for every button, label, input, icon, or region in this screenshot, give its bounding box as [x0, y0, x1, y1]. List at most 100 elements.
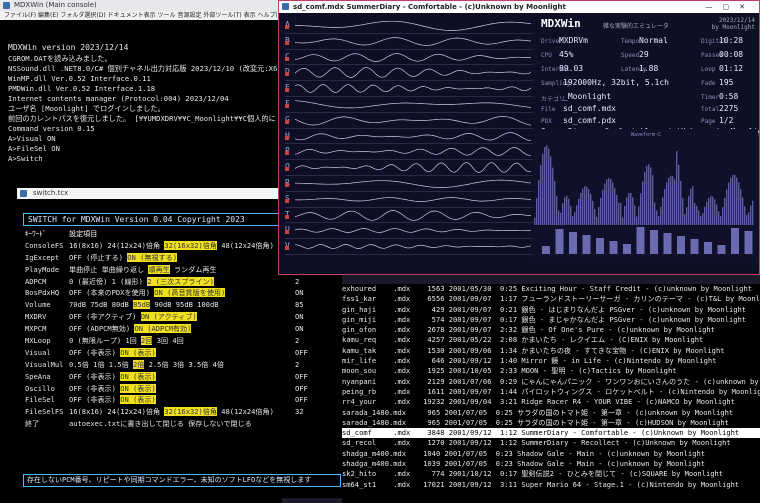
option-text[interactable]: OFF (非表示)	[69, 372, 120, 381]
option-text[interactable]: OFF (非表示)	[69, 348, 120, 357]
setting-options[interactable]: OFF (非アクティブ) ON (アクティブ)	[69, 311, 295, 323]
switch-setting-row[interactable]: Visual OFF (非表示) ON (表示) OFF	[25, 347, 342, 359]
file-list-row[interactable]: gin_miji .mdx 574 2001/09/07 0:17 銀色 - ま…	[342, 315, 760, 325]
setting-options[interactable]: autoexec.txtに書き出して閉じる 保存しないで閉じる	[69, 418, 295, 430]
option-selected[interactable]: 順再生	[148, 264, 170, 274]
mdxwin-menubar[interactable]: ファイル(F) 編集(E) フォルダ選択(D) ドキュメント表示 ツール 音源設…	[0, 11, 282, 20]
file-list-row[interactable]: shadga_m400.mdx 1040 2001/07/05 0:23 Sha…	[342, 449, 760, 459]
channel-mute-indicator[interactable]	[285, 103, 289, 108]
option-text[interactable]: OFF (停止する)	[69, 253, 127, 262]
file-list-row[interactable]: gin_haji .mdx 429 2001/09/07 0:21 銀色 - は…	[342, 305, 760, 315]
option-selected[interactable]: ON (表示)	[120, 395, 156, 405]
option-text[interactable]: OFF (非表示)	[69, 395, 120, 404]
option-text[interactable]: 48(12x24倍角)	[217, 407, 274, 416]
channel-mute-indicator[interactable]	[285, 72, 289, 77]
option-text[interactable]: OFF (非表示)	[69, 384, 120, 393]
option-selected[interactable]: ON (表示)	[120, 347, 156, 357]
switch-setting-row[interactable]: BosPdxHQ OFF (本来のPDXを使用) ON (高音質版を使用) ON	[25, 287, 342, 299]
setting-options[interactable]: OFF (非表示) ON (表示)	[69, 371, 295, 383]
file-list-row[interactable]: sd_recol .mdx 1270 2001/09/12 1:12 Summe…	[342, 438, 760, 448]
file-list-row[interactable]: gin_ofon .mdx 2678 2001/09/07 2:32 銀色 - …	[342, 325, 760, 335]
file-list-row[interactable]: peing_rb .mdx 1611 2001/09/07 1:44 パイロット…	[342, 387, 760, 397]
option-text[interactable]: 0 (無限ループ) 1回	[69, 336, 141, 345]
file-list-row[interactable]: sk2_hito .mdx 774 2001/10/12 0:17 聖剣伝説2 …	[342, 469, 760, 479]
channel-mute-indicator[interactable]	[285, 167, 289, 172]
switch-setting-row[interactable]: Volume 70dB 75dB 80dB 85dB 90dB 95dB 100d…	[25, 299, 342, 311]
switch-setting-row[interactable]: 終了 autoexec.txtに書き出して閉じる 保存しないで閉じる	[25, 418, 342, 430]
setting-options[interactable]: 16(8x16) 24(12x24)倍角 32(16x32)倍角 48(12x2…	[69, 406, 295, 418]
option-selected[interactable]: 2回	[141, 336, 153, 346]
switch-setting-row[interactable]: SpeAna OFF (非表示) ON (表示) OFF	[25, 371, 342, 383]
setting-options[interactable]: OFF (ADPCM無効) ON (ADPCM有効)	[69, 323, 295, 335]
switch-setting-row[interactable]: MXDRV OFF (非アクティブ) ON (アクティブ) ON	[25, 311, 342, 323]
option-selected[interactable]: 32(16x32)倍角	[164, 407, 217, 417]
channel-mute-indicator[interactable]	[285, 214, 289, 219]
option-selected[interactable]: ON (表示)	[120, 383, 156, 393]
option-selected[interactable]: ON (表示)	[120, 371, 156, 381]
channel-mute-indicator[interactable]	[285, 25, 289, 29]
option-text[interactable]: 90dB 95dB 100dB	[150, 300, 218, 309]
channel-mute-indicator[interactable]	[285, 40, 289, 45]
setting-options[interactable]: 0 (無限ループ) 1回 2回 3回 4回	[69, 335, 295, 347]
mdxwin-titlebar[interactable]: MDXWin (Main console)	[0, 0, 282, 11]
window-controls[interactable]: —▢✕	[699, 1, 759, 13]
file-list-row[interactable]: kamu_tak .mdx 1530 2001/09/06 1:34 かまいたち…	[342, 346, 760, 356]
option-text[interactable]: 2.5倍 3倍 3.5倍 4倍	[144, 360, 224, 369]
channel-mute-indicator[interactable]	[285, 246, 289, 251]
option-selected[interactable]: 85dB	[133, 300, 151, 310]
option-text[interactable]: OFF (ADPCM無効)	[69, 324, 134, 333]
file-list-row[interactable]: sd_comf .mdx 3848 2001/09/12 1:12 Summer…	[342, 428, 760, 439]
setting-options[interactable]: 70dB 75dB 80dB 85dB 90dB 95dB 100dB	[69, 299, 295, 311]
setting-options[interactable]: 0 (最近傍) 1 (線形) 2 (三次スプライン)	[69, 276, 295, 288]
option-selected[interactable]: ON (アクティブ)	[140, 312, 197, 322]
option-text[interactable]: OFF (非アクティブ)	[69, 312, 141, 321]
option-text[interactable]: autoexec.txtに書き出して閉じる 保存しないで閉じる	[69, 419, 252, 428]
channel-mute-indicator[interactable]	[285, 119, 289, 124]
channel-mute-indicator[interactable]	[285, 198, 289, 203]
setting-options[interactable]: OFF (非表示) ON (表示)	[69, 347, 295, 359]
file-list-row[interactable]: exhoured .mdx 1563 2001/05/30 0:25 Excit…	[342, 284, 760, 294]
setting-options[interactable]: 16(8x16) 24(12x24)倍角 32(16x32)倍角 48(12x2…	[69, 240, 295, 252]
file-list-row[interactable]: sarada_1480.mdx 965 2001/07/05 0:25 サラダの…	[342, 418, 760, 428]
option-text[interactable]: 3回 4回	[152, 336, 184, 345]
file-list-row[interactable]: kamu_req .mdx 4257 2001/05/22 2:08 かまいたち…	[342, 335, 760, 345]
switch-setting-row[interactable]: MXLoop 0 (無限ループ) 1回 2回 3回 4回 2	[25, 335, 342, 347]
option-selected[interactable]: ON (無視する)	[127, 252, 178, 262]
option-text[interactable]: 単曲停止 単曲繰り返し	[69, 265, 148, 274]
option-text[interactable]: 16(8x16) 24(12x24)倍角	[69, 407, 164, 416]
channel-mute-indicator[interactable]	[285, 135, 289, 140]
channel-mute-indicator[interactable]	[285, 230, 289, 235]
switch-setting-row[interactable]: FileSelFS 16(8x16) 24(12x24)倍角 32(16x32)倍…	[25, 406, 342, 418]
option-text[interactable]: 0 (最近傍) 1 (線形)	[69, 277, 147, 286]
setting-options[interactable]: 0.5倍 1倍 1.5倍 2倍 2.5倍 3倍 3.5倍 4倍	[69, 359, 295, 371]
option-text[interactable]: 70dB 75dB 80dB	[69, 300, 133, 309]
channel-mute-indicator[interactable]	[285, 151, 289, 156]
channel-mute-indicator[interactable]	[285, 182, 289, 187]
setting-options[interactable]: OFF (非表示) ON (表示)	[69, 394, 295, 406]
option-text[interactable]: 48(12x24倍角)	[217, 241, 274, 250]
file-list-row[interactable]: sm64_st1 .mdx 17021 2001/09/12 3:11 Supe…	[342, 480, 760, 490]
switch-setting-row[interactable]: ADPCM 0 (最近傍) 1 (線形) 2 (三次スプライン) 2	[25, 276, 342, 288]
option-selected[interactable]: ON (高音質版を使用)	[154, 288, 226, 298]
file-list-row[interactable]: fss1_kar .mdx 6556 2001/09/07 1:17 フューラン…	[342, 294, 760, 304]
file-list-row[interactable]: nyanpani .mdx 2129 2001/07/06 0:29 にゃんにゃ…	[342, 377, 760, 387]
setting-options[interactable]: OFF (停止する) ON (無視する)	[69, 252, 295, 264]
file-list-row[interactable]: moon_sou .mdx 1925 2001/10/05 2:33 MOON …	[342, 366, 760, 376]
option-selected[interactable]: 2 (三次スプライン)	[147, 276, 214, 286]
setting-options[interactable]: OFF (本来のPDXを使用) ON (高音質版を使用)	[69, 287, 295, 299]
channel-mute-indicator[interactable]	[285, 56, 289, 61]
file-list-row[interactable]: sarada_1480.mdx 965 2001/07/05 0:25 サラダの…	[342, 408, 760, 418]
channel-mute-indicator[interactable]	[285, 88, 289, 93]
option-selected[interactable]: ON (ADPCM有効)	[134, 324, 192, 334]
file-list-row[interactable]: mir_life .mdx 646 2001/09/12 1:40 Mirror…	[342, 356, 760, 366]
option-text[interactable]: 0.5倍 1倍 1.5倍	[69, 360, 133, 369]
switch-setting-row[interactable]: VisualMul 0.5倍 1倍 1.5倍 2倍 2.5倍 3倍 3.5倍 4倍…	[25, 359, 342, 371]
option-selected[interactable]: 32(16x32)倍角	[164, 240, 217, 250]
switch-setting-row[interactable]: FileSel OFF (非表示) ON (表示) OFF	[25, 394, 342, 406]
setting-options[interactable]: OFF (非表示) ON (表示)	[69, 383, 295, 395]
option-text[interactable]: 16(8x16) 24(12x24)倍角	[69, 241, 164, 250]
switch-setting-row[interactable]: MXPCM OFF (ADPCM無効) ON (ADPCM有効) ON	[25, 323, 342, 335]
setting-options[interactable]: 単曲停止 単曲繰り返し 順再生 ランダム再生	[69, 264, 295, 276]
file-list-row[interactable]: shadga_m400.mdx 1039 2001/07/05 0:23 Sha…	[342, 459, 760, 469]
option-text[interactable]: OFF (本来のPDXを使用)	[69, 288, 154, 297]
